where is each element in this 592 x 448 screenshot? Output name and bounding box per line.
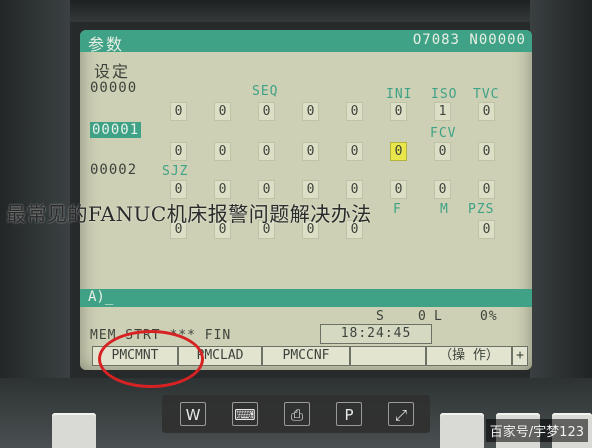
param-bit-cell[interactable]: 0 [258, 180, 275, 199]
param-bit-cell[interactable]: 0 [170, 102, 187, 121]
param-bit-cell[interactable]: 0 [302, 102, 319, 121]
param-bit-cell[interactable]: 0 [302, 142, 319, 161]
clock: 18:24:45 [320, 324, 432, 344]
softkey-next[interactable]: + [512, 346, 528, 366]
page-subtitle: 设定 [94, 62, 131, 81]
attribution-text: 百家号/宇梦123 [485, 419, 588, 442]
load-percent: 0% [480, 309, 498, 324]
param-bit-cell[interactable]: 0 [390, 180, 407, 199]
param-row-label: 00000 [90, 80, 138, 96]
param-bit-cell[interactable]: 0 [170, 142, 187, 161]
param-bit-cell[interactable]: 0 [346, 180, 363, 199]
param-row-label: 00002 [90, 162, 138, 178]
param-row-label-selected[interactable]: 00001 [90, 122, 142, 138]
param-bit-cell-cursor[interactable]: 0 [390, 142, 407, 161]
param-bit-cell[interactable]: 0 [478, 142, 495, 161]
col-label-iso: ISO [431, 87, 458, 102]
col-label-partial: F [393, 202, 402, 217]
hardware-key[interactable] [52, 413, 96, 448]
param-bit-cell[interactable]: 0 [434, 180, 451, 199]
expand-icon[interactable]: ⤢ [388, 402, 414, 426]
col-label-tvc: TVC [473, 87, 500, 102]
param-bit-cell[interactable]: 0 [214, 102, 231, 121]
param-bit-cell[interactable]: 0 [346, 142, 363, 161]
param-bit-cell[interactable]: 0 [434, 142, 451, 161]
input-line[interactable]: A)_ [80, 289, 532, 307]
col-label-partial: M [440, 202, 449, 217]
hardware-key[interactable] [440, 413, 484, 448]
param-bit-cell[interactable]: 0 [170, 180, 187, 199]
title-bar: 参数 O7083 N00000 [80, 30, 532, 54]
col-label-fcv: FCV [430, 126, 457, 141]
softkey-blank[interactable] [350, 346, 426, 366]
spindle-value: 0 [418, 309, 427, 324]
pdf-icon[interactable]: P [336, 402, 362, 426]
col-label-ini: INI [386, 87, 413, 102]
highlight-circle [98, 330, 204, 388]
param-bit-cell[interactable]: 0 [258, 142, 275, 161]
param-bit-cell[interactable]: 0 [390, 102, 407, 121]
program-number: O7083 N00000 [412, 32, 526, 48]
bezel-top [0, 0, 592, 22]
col-label-pzs: PZS [468, 202, 495, 217]
param-bit-cell[interactable]: 0 [214, 180, 231, 199]
param-bit-cell[interactable]: 0 [302, 180, 319, 199]
spindle-label: S [376, 309, 385, 324]
l-label: L [434, 309, 443, 324]
param-bit-cell[interactable]: 0 [478, 220, 495, 239]
param-bit-cell[interactable]: 0 [478, 180, 495, 199]
print-icon[interactable]: ⎙ [284, 402, 310, 426]
param-bit-cell[interactable]: 0 [346, 102, 363, 121]
watermark-caption: 最常见的FANUC机床报警问题解决办法 [6, 202, 372, 226]
col-label-sjz: SJZ [162, 164, 189, 179]
input-prompt: A)_ [88, 289, 114, 305]
text-extract-icon[interactable]: W [180, 402, 206, 426]
softkey-operation[interactable]: （操 作） [426, 346, 512, 366]
keyboard-icon[interactable]: ⌨ [232, 402, 258, 426]
image-toolbar: W ⌨ ⎙ P ⤢ [162, 395, 430, 433]
softkey-pmccnf[interactable]: PMCCNF [262, 346, 350, 366]
param-bit-cell[interactable]: 1 [434, 102, 451, 121]
screen-title: 参数 [88, 35, 125, 54]
param-bit-cell[interactable]: 0 [214, 142, 231, 161]
col-label-seq: SEQ [252, 84, 279, 99]
param-bit-cell[interactable]: 0 [478, 102, 495, 121]
param-bit-cell[interactable]: 0 [258, 102, 275, 121]
